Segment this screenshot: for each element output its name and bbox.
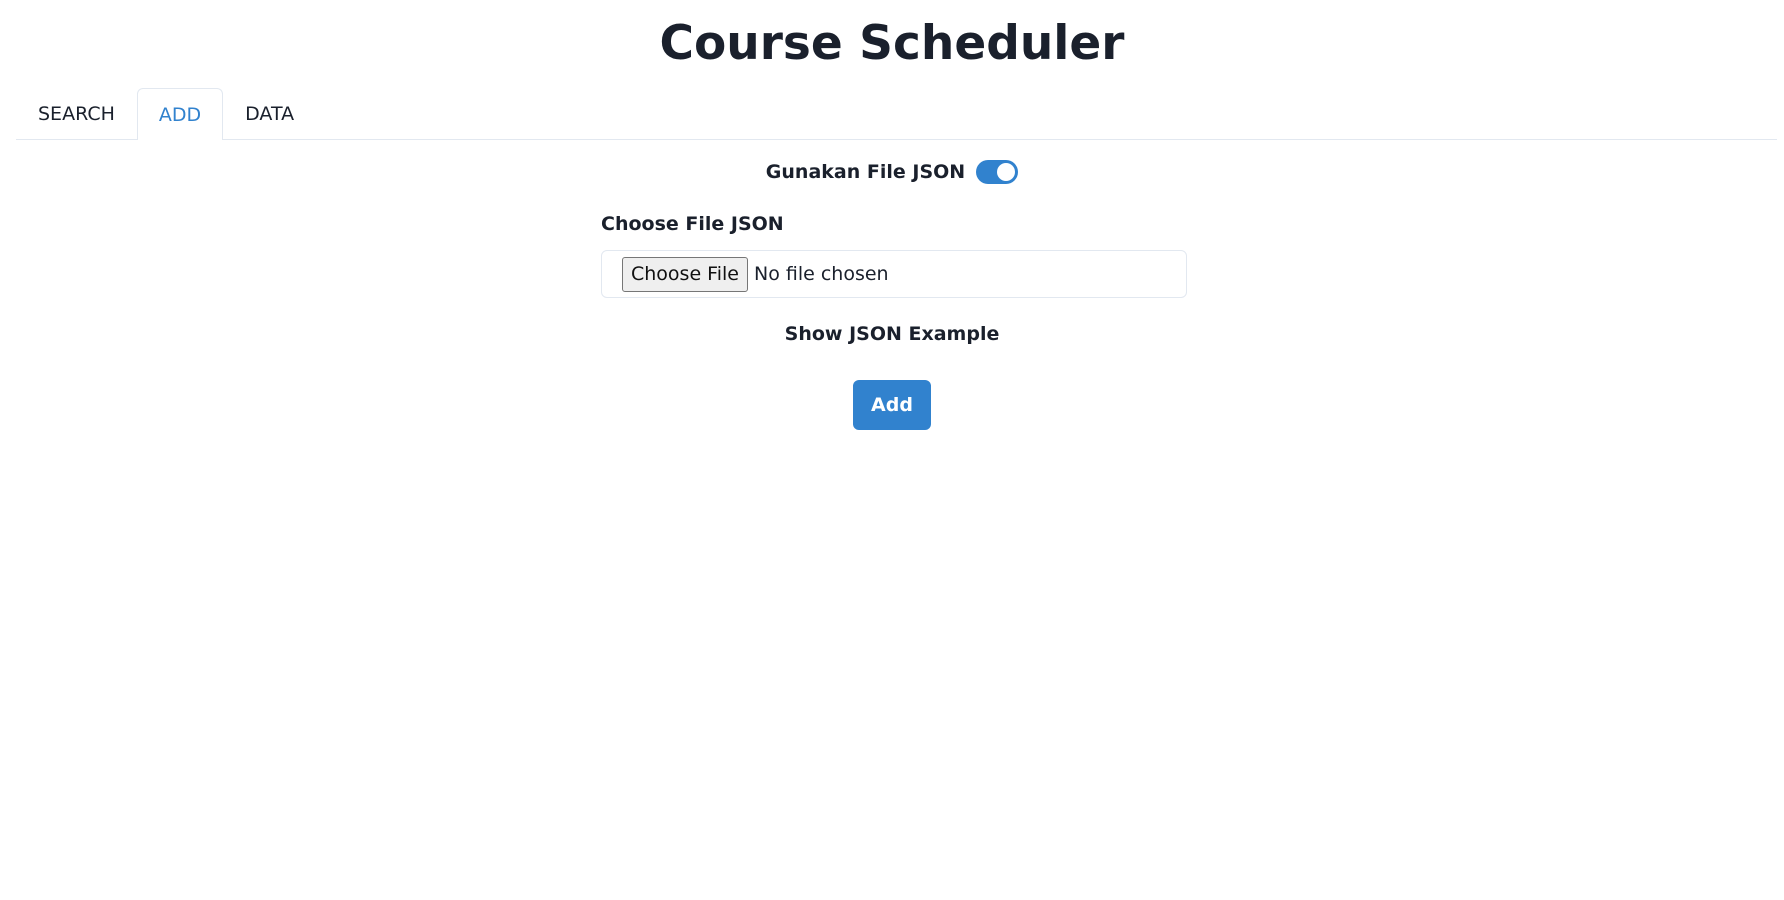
json-toggle-label: Gunakan File JSON [765, 161, 966, 183]
tab-data[interactable]: DATA [223, 88, 316, 139]
show-json-example-toggle[interactable]: Show JSON Example [0, 323, 1784, 345]
page-title: Course Scheduler [659, 16, 1125, 71]
tab-add[interactable]: ADD [136, 88, 224, 140]
toggle-knob [997, 163, 1016, 181]
add-button-container: Add [0, 380, 1784, 430]
file-input[interactable]: Choose File No file chosen [601, 250, 1187, 298]
json-toggle-switch[interactable] [976, 160, 1019, 184]
page: Course Scheduler SEARCH ADD DATA Gunakan… [0, 0, 1784, 900]
tab-bar: SEARCH ADD DATA [16, 88, 1777, 140]
choose-file-button[interactable]: Choose File [622, 256, 748, 292]
file-status-text: No file chosen [753, 263, 889, 285]
add-button[interactable]: Add [853, 380, 931, 430]
file-input-label: Choose File JSON [601, 213, 784, 235]
tab-search[interactable]: SEARCH [16, 88, 137, 139]
json-toggle-row: Gunakan File JSON [0, 160, 1784, 184]
